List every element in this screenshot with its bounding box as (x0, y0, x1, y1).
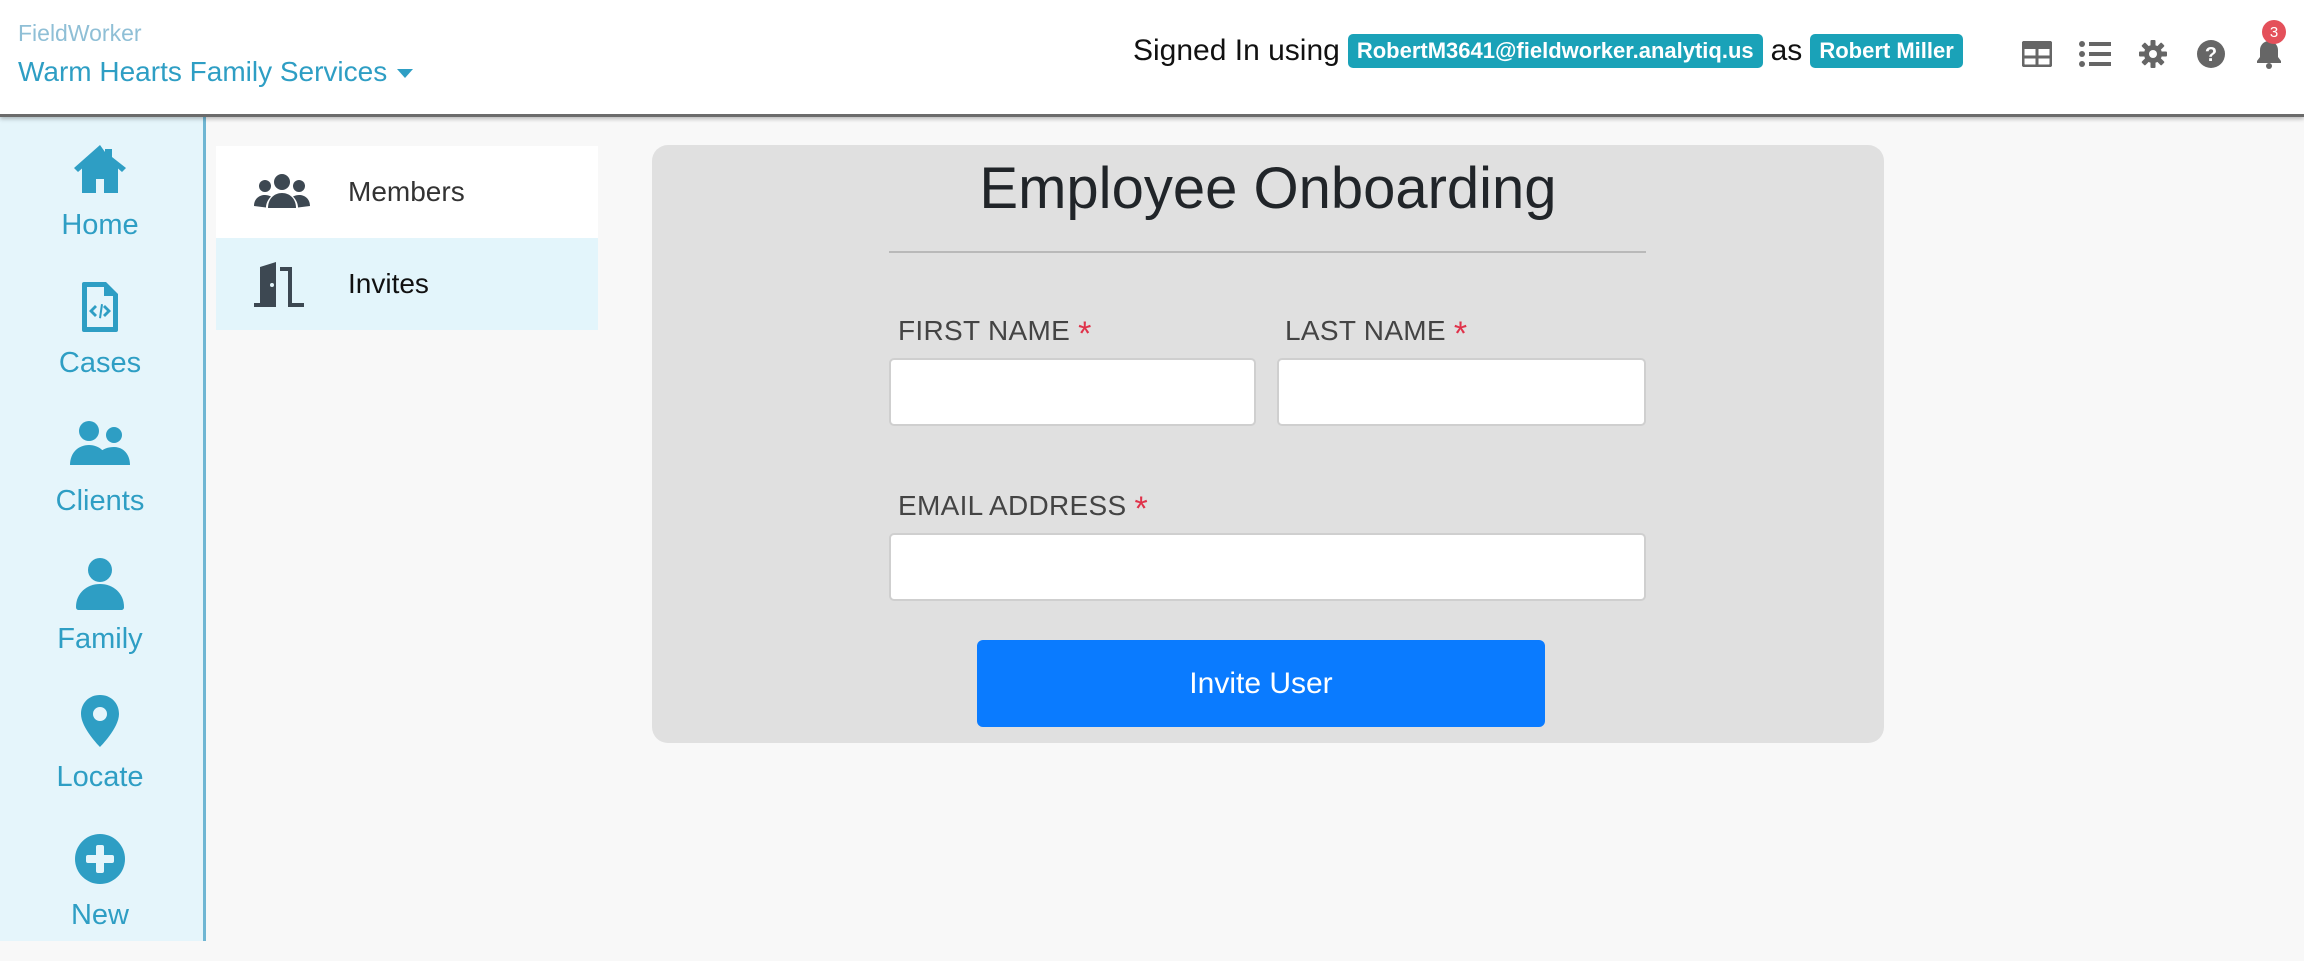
map-pin-icon (81, 695, 119, 747)
rail-item-locate[interactable]: Locate (0, 693, 200, 823)
page-title: Employee Onboarding (979, 156, 1557, 221)
onboarding-card: Employee Onboarding FIRST NAME * LAST NAM… (652, 145, 1884, 743)
required-asterisk: * (1453, 315, 1468, 353)
sub-navigation: Members Invites (216, 146, 598, 330)
subnav-item-label: Invites (348, 268, 429, 299)
rail-item-new[interactable]: New (0, 831, 200, 961)
list-icon[interactable] (2066, 34, 2124, 74)
user-email-badge: RobertM3641@fieldworker.analytiq.us (1347, 34, 1763, 69)
first-name-field[interactable] (889, 358, 1256, 426)
required-asterisk: * (1078, 315, 1092, 353)
notification-count-badge: 3 (2262, 20, 2286, 44)
rail-item-label: Home (61, 209, 139, 241)
top-header: FieldWorker Warm Hearts Family Services … (0, 0, 2304, 117)
rail-item-label: Locate (56, 761, 144, 793)
chevron-down-icon (397, 68, 414, 78)
org-name: Warm Hearts Family Services (18, 56, 388, 87)
rail-item-label: Family (57, 623, 143, 655)
rail-item-label: Clients (55, 485, 145, 517)
subnav-item-label: Members (348, 176, 465, 207)
gear-icon[interactable] (2124, 34, 2182, 74)
rail-item-family[interactable]: Family (0, 555, 200, 685)
signed-in-info: Signed In using RobertM3641@fieldworker.… (1133, 34, 1963, 69)
rail-item-label: Cases (58, 347, 142, 379)
users-icon (254, 174, 310, 208)
door-open-icon (254, 262, 304, 307)
svg-text:?: ? (2205, 44, 2217, 66)
rail-item-cases[interactable]: Cases (0, 279, 200, 409)
first-name-label: FIRST NAME * (898, 315, 1092, 353)
email-field[interactable] (889, 533, 1646, 601)
divider (889, 251, 1646, 253)
home-icon (74, 145, 126, 193)
rail-item-clients[interactable]: Clients (0, 417, 200, 547)
help-icon[interactable]: ? (2182, 34, 2240, 74)
table-icon[interactable] (2008, 34, 2066, 74)
invite-user-button[interactable]: Invite User (977, 640, 1545, 727)
file-code-icon (82, 282, 118, 332)
rail-item-home[interactable]: Home (0, 141, 200, 271)
signed-in-prefix: Signed In using (1133, 34, 1340, 68)
email-address-label: EMAIL ADDRESS * (898, 490, 1149, 528)
org-selector[interactable]: Warm Hearts Family Services (18, 56, 414, 88)
users-icon (70, 421, 130, 465)
plus-circle-icon (75, 834, 125, 884)
rail-item-label: New (70, 899, 129, 931)
subnav-item-members[interactable]: Members (216, 146, 598, 238)
last-name-field[interactable] (1277, 358, 1646, 426)
last-name-label: LAST NAME * (1285, 315, 1468, 353)
user-icon (76, 558, 124, 610)
as-text: as (1770, 34, 1803, 68)
required-asterisk: * (1134, 490, 1149, 528)
left-rail-nav: Home Cases Clients Family Locate New (0, 117, 206, 941)
subnav-item-invites[interactable]: Invites (216, 238, 598, 330)
app-name: FieldWorker (18, 20, 142, 46)
user-name-badge: Robert Miller (1810, 34, 1963, 69)
header-icons: ? (2008, 34, 2298, 74)
